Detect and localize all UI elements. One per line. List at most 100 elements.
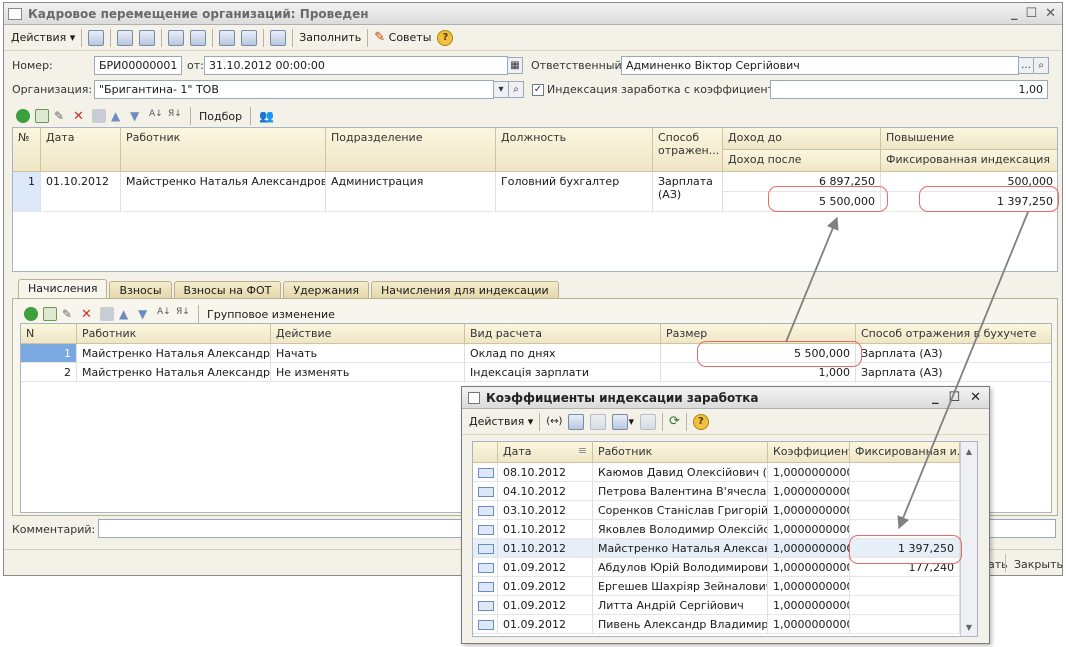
- coef-row-coef[interactable]: 1,0000000000: [768, 501, 850, 520]
- select-ellipsis-icon[interactable]: …: [1018, 57, 1034, 74]
- scroll-down-icon[interactable]: ▼: [961, 623, 977, 632]
- org-field[interactable]: "Бригантина- 1" ТОВ: [94, 80, 494, 99]
- acc-row1-method[interactable]: Зарплата (АЗ): [856, 344, 1051, 363]
- refresh-button[interactable]: ⟳: [666, 412, 683, 432]
- coef-col-date-header[interactable]: Дата ≡: [498, 442, 593, 463]
- coef-row-fixed[interactable]: [850, 596, 960, 615]
- post-button[interactable]: [136, 28, 158, 48]
- dialog-help-button[interactable]: ?: [690, 412, 712, 432]
- acc-move-up-icon[interactable]: ▲: [119, 307, 133, 321]
- dialog-actions-menu[interactable]: Действия ▾: [466, 412, 536, 432]
- coef-row-icon-cell[interactable]: [473, 463, 498, 482]
- coef-row-date[interactable]: 01.10.2012: [498, 520, 593, 539]
- group-change-button[interactable]: Групповое изменение: [207, 308, 335, 321]
- date-field[interactable]: 31.10.2012 00:00:00: [204, 56, 508, 75]
- coef-col-coef-header[interactable]: Коэффициент: [768, 442, 850, 463]
- acc-row2-n[interactable]: 2: [21, 363, 77, 382]
- coef-row-coef[interactable]: 1,0000000000: [768, 482, 850, 501]
- edit-icon[interactable]: ✎: [54, 109, 68, 123]
- coef-row-date[interactable]: 08.10.2012: [498, 463, 593, 482]
- coef-row-fixed[interactable]: [850, 482, 960, 501]
- acc-row1-action[interactable]: Начать: [271, 344, 465, 363]
- acc-copy-icon[interactable]: [43, 307, 57, 321]
- coef-row-coef[interactable]: 1,0000000000: [768, 615, 850, 634]
- coef-row-fixed[interactable]: [850, 615, 960, 634]
- acc-col-method-header[interactable]: Способ отражения в бухучете: [856, 324, 1051, 344]
- dialog-maximize-icon[interactable]: ☐: [948, 390, 960, 405]
- coef-row-coef[interactable]: 1,0000000000: [768, 596, 850, 615]
- coef-row-fixed[interactable]: [850, 501, 960, 520]
- dialog-close-icon[interactable]: ✕: [970, 390, 981, 405]
- coef-row-worker[interactable]: Литта Андрій Сергійович: [593, 596, 768, 615]
- coef-row-date[interactable]: 04.10.2012: [498, 482, 593, 501]
- col-worker-header[interactable]: Работник: [121, 128, 326, 172]
- col-date-header[interactable]: Дата: [41, 128, 121, 172]
- coef-row-worker[interactable]: Петрова Валентина В'ячеслав...: [593, 482, 768, 501]
- clear-filter-button[interactable]: [637, 412, 659, 432]
- acc-col-calc-type-header[interactable]: Вид расчета: [465, 324, 661, 344]
- coef-row-coef[interactable]: 1,0000000000: [768, 539, 850, 558]
- coef-row-worker[interactable]: Ергешев Шахріяр Зейналович: [593, 577, 768, 596]
- cell-position[interactable]: Головний бухгалтер: [496, 172, 653, 212]
- calendar-icon[interactable]: ▦: [507, 57, 523, 74]
- delete-icon[interactable]: ✕: [73, 109, 87, 124]
- copy-icon[interactable]: [35, 109, 49, 123]
- filter-off-button[interactable]: [587, 412, 609, 432]
- movements-button[interactable]: [216, 28, 238, 48]
- fill-button[interactable]: Заполнить: [296, 28, 364, 48]
- acc-row1-worker[interactable]: Майстренко Наталья Александро...: [77, 344, 271, 363]
- acc-col-n-header[interactable]: N: [21, 324, 77, 344]
- indexation-checkbox[interactable]: ✓: [532, 83, 544, 96]
- acc-edit-icon[interactable]: ✎: [62, 307, 76, 321]
- acc-row2-method[interactable]: Зарплата (АЗ): [856, 363, 1051, 382]
- save-button[interactable]: [114, 28, 136, 48]
- tab-accruals[interactable]: Начисления: [18, 279, 108, 300]
- sort-desc-icon[interactable]: Я↓: [168, 109, 182, 123]
- col-position-header[interactable]: Должность: [496, 128, 653, 172]
- search-icon[interactable]: ⌕: [1033, 57, 1049, 74]
- cell-dept[interactable]: Администрация: [326, 172, 496, 212]
- col-method-header[interactable]: Способ отражен...: [653, 128, 723, 172]
- coef-col-worker-header[interactable]: Работник: [593, 442, 768, 463]
- number-field[interactable]: БРИ00000001: [94, 56, 182, 75]
- coef-row-fixed[interactable]: [850, 463, 960, 482]
- coef-scrollbar[interactable]: ▲ ▼: [960, 442, 977, 636]
- col-raise-header[interactable]: Повышение: [881, 128, 1057, 150]
- coef-row-date[interactable]: 01.09.2012: [498, 596, 593, 615]
- based-on-button[interactable]: [165, 28, 187, 48]
- acc-move-down-icon[interactable]: ▼: [138, 307, 152, 321]
- coef-row-icon-cell[interactable]: [473, 596, 498, 615]
- coef-row-coef[interactable]: 1,0000000000: [768, 520, 850, 539]
- acc-col-worker-header[interactable]: Работник: [77, 324, 271, 344]
- acc-row2-action[interactable]: Не изменять: [271, 363, 465, 382]
- coef-row-fixed[interactable]: [850, 577, 960, 596]
- acc-row1-n[interactable]: 1: [21, 344, 77, 363]
- filter-menu-button[interactable]: ▾: [609, 412, 637, 432]
- indexation-value-field[interactable]: 1,00: [770, 80, 1048, 99]
- help-button[interactable]: ?: [434, 28, 456, 48]
- post-close-button[interactable]: [85, 28, 107, 48]
- move-up-icon[interactable]: ▲: [111, 109, 125, 123]
- pick-button[interactable]: Подбор: [199, 110, 242, 123]
- acc-end-edit-icon[interactable]: [100, 307, 114, 321]
- dropdown-icon[interactable]: ▾: [493, 81, 509, 98]
- structure-button[interactable]: [187, 28, 209, 48]
- coef-row-icon-cell[interactable]: [473, 501, 498, 520]
- coef-row-icon-cell[interactable]: [473, 577, 498, 596]
- dialog-minimize-icon[interactable]: _: [932, 390, 939, 405]
- coef-row-date[interactable]: 01.09.2012: [498, 577, 593, 596]
- coef-row-worker[interactable]: Каюмов Давид Олексійович (о...: [593, 463, 768, 482]
- coef-row-date[interactable]: 01.09.2012: [498, 615, 593, 634]
- coef-row-coef[interactable]: 1,0000000000: [768, 577, 850, 596]
- cell-method[interactable]: Зарплата (АЗ): [653, 172, 723, 212]
- responsible-field[interactable]: Админенко Віктор Сергійович: [621, 56, 1019, 75]
- indexation-checkbox-row[interactable]: ✓ Индексация заработка с коэффициентом:: [532, 83, 793, 96]
- cell-n[interactable]: 1: [13, 172, 41, 212]
- col-n-header[interactable]: №: [13, 128, 41, 172]
- acc-row2-worker[interactable]: Майстренко Наталья Александро...: [77, 363, 271, 382]
- close-icon[interactable]: ✕: [1045, 6, 1056, 21]
- col-income-before-header[interactable]: Доход до: [723, 128, 881, 150]
- coef-row-icon-cell[interactable]: [473, 558, 498, 577]
- close-button[interactable]: Закрыть: [1014, 558, 1063, 571]
- coef-row-worker[interactable]: Майстренко Наталья Алексан...: [593, 539, 768, 558]
